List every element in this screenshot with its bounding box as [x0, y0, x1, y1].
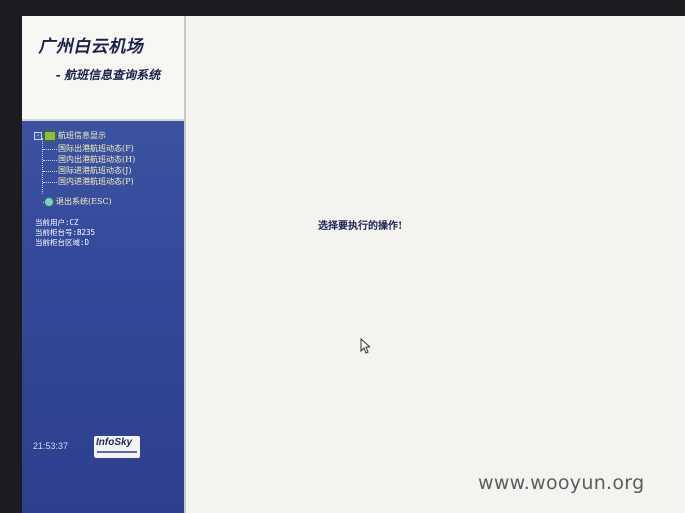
collapse-toggle-icon[interactable]: - [34, 132, 42, 140]
tree-branch-line [43, 182, 57, 183]
tree-root-flight-info[interactable]: 航班信息显示 [58, 130, 106, 141]
tree-branch-line [43, 171, 57, 172]
exit-icon [44, 197, 54, 207]
clock: 21:53:37 [33, 441, 69, 451]
site-watermark: www.wooyun.org [478, 472, 645, 494]
mouse-cursor-icon [360, 338, 370, 354]
logo-underline [97, 451, 137, 453]
tree-branch-line [43, 160, 57, 161]
logo-text: InfoSky [96, 437, 133, 448]
user-info: 当前用户:CZ 当前柜台号:B235 当前柜台区域:D [35, 218, 95, 248]
tree-connector [42, 138, 43, 194]
tree-item-dom-departures[interactable]: 国内出港航班动态(H) [58, 154, 135, 165]
app-header: 广州白云机场 - 航班信息查询系统 [22, 16, 185, 121]
folder-icon [44, 131, 56, 141]
current-counter: 当前柜台号:B235 [35, 228, 96, 237]
main-content: 选择要执行的操作! [186, 16, 685, 513]
monitor-screen: 广州白云机场 - 航班信息查询系统 - 航班信息显示 国际出港航班动态(F) 国… [22, 16, 685, 513]
sidebar: 广州白云机场 - 航班信息查询系统 - 航班信息显示 国际出港航班动态(F) 国… [22, 16, 185, 513]
current-area: 当前柜台区域:D [35, 238, 90, 247]
tree-item-exit-system[interactable]: 退出系统(ESC) [56, 196, 112, 207]
app-subtitle: - 航班信息查询系统 [54, 68, 163, 82]
tree-branch-line [43, 149, 57, 150]
tree-item-dom-arrivals[interactable]: 国内进港航班动态(P) [58, 176, 134, 187]
action-prompt: 选择要执行的操作! [318, 221, 403, 232]
tree-item-intl-arrivals[interactable]: 国际进港航班动态(J) [58, 165, 131, 176]
tree-item-intl-departures[interactable]: 国际出港航班动态(F) [58, 143, 134, 154]
infosky-logo: InfoSky [94, 436, 140, 458]
app-title: 广州白云机场 [37, 37, 147, 57]
current-user: 当前用户:CZ [35, 218, 79, 227]
